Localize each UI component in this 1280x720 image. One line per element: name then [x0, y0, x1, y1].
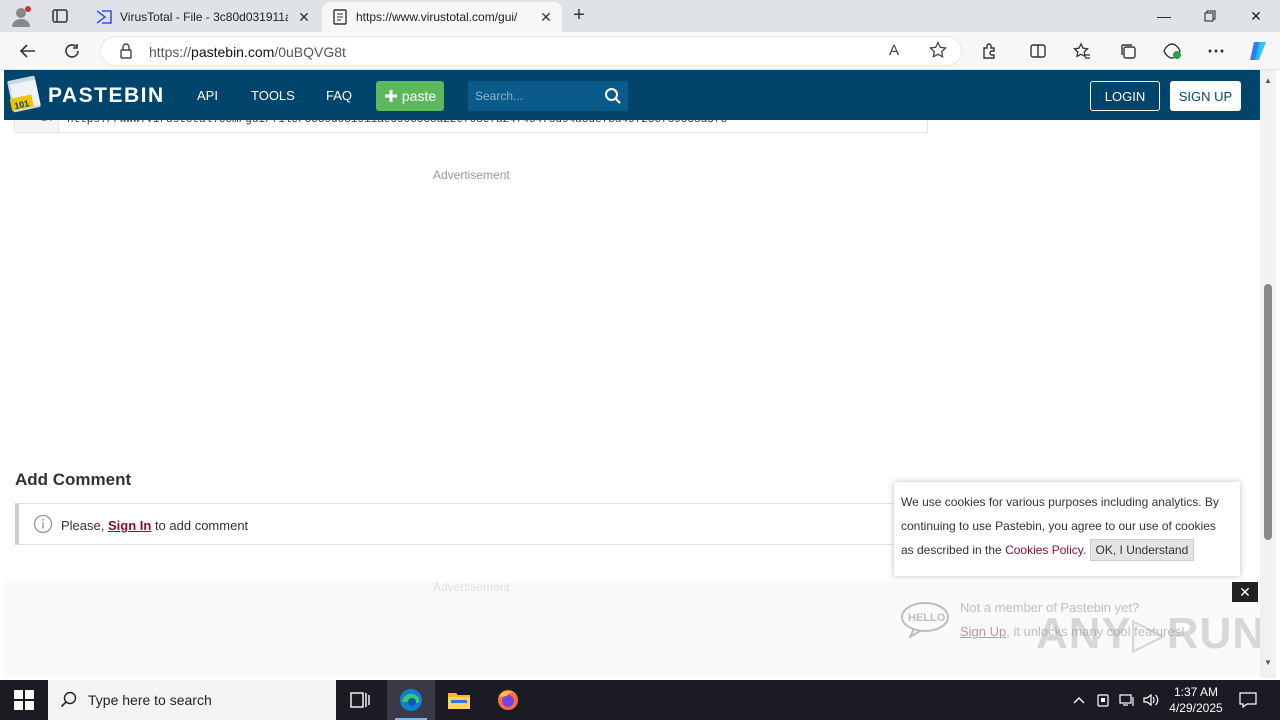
paste-label: paste — [401, 88, 437, 104]
hello-bubble-icon: HELLO — [900, 600, 950, 640]
nav-faq[interactable]: FAQ — [326, 88, 352, 103]
page-scrollbar[interactable]: ▲ ▼ — [1260, 70, 1276, 678]
refresh-icon[interactable] — [62, 41, 82, 61]
minimize-icon[interactable]: — — [1154, 6, 1174, 26]
address-bar[interactable]: https://pastebin.com/0uBQVG8t A — [100, 36, 962, 66]
favorites-icon[interactable] — [1072, 41, 1092, 61]
new-paste-button[interactable]: paste — [376, 81, 444, 111]
nav-tools[interactable]: TOOLS — [251, 88, 295, 103]
login-button[interactable]: LOGIN — [1090, 81, 1160, 111]
read-aloud-icon[interactable]: A — [889, 42, 899, 59]
scroll-thumb[interactable] — [1264, 284, 1272, 540]
svg-text:HELLO: HELLO — [908, 612, 946, 624]
browser-essentials-icon[interactable] — [1162, 41, 1182, 61]
tab-close-icon[interactable]: ✕ — [296, 9, 312, 25]
windows-taskbar: Type here to search 1:37 AM 4/29/2025 — [0, 680, 1280, 720]
task-view-icon[interactable] — [336, 680, 384, 720]
more-options-icon[interactable] — [1206, 41, 1226, 61]
profile-icon[interactable] — [10, 5, 32, 27]
tab-title: https://www.virustotal.com/gui/ — [356, 10, 518, 24]
comment-message: Please, Sign In to add comment — [61, 518, 249, 533]
close-window-icon[interactable]: ✕ — [1246, 6, 1266, 26]
edge-taskbar-icon[interactable] — [387, 680, 435, 720]
tray-overflow-icon[interactable] — [1070, 690, 1088, 710]
signup-button[interactable]: SIGN UP — [1170, 81, 1241, 111]
info-icon — [33, 514, 53, 534]
advertisement-label: Advertisement — [433, 168, 510, 182]
signup-link[interactable]: Sign Up — [960, 624, 1006, 639]
taskbar-search-input[interactable]: Type here to search — [48, 680, 336, 720]
pastebin-header: 101 PASTEBIN API TOOLS FAQ paste Search.… — [4, 70, 1260, 120]
tab-pastebin[interactable]: https://www.virustotal.com/gui/ ✕ — [322, 2, 562, 32]
plus-icon — [384, 90, 397, 102]
anyrun-watermark: ANY▷RUN — [1036, 609, 1260, 658]
nav-api[interactable]: API — [197, 88, 218, 103]
volume-icon[interactable] — [1142, 690, 1160, 710]
lock-icon[interactable] — [119, 43, 133, 64]
clock-time: 1:37 AM — [1173, 685, 1219, 699]
security-tray-icon[interactable] — [1094, 690, 1112, 710]
extensions-icon[interactable] — [980, 41, 1000, 61]
pastebin-brand[interactable]: PASTEBIN — [48, 84, 165, 108]
tab-virustotal[interactable]: VirusTotal - File - 3c80d031911ae5 ✕ — [86, 2, 320, 32]
pastebin-logo[interactable]: 101 — [6, 74, 42, 114]
sign-in-link[interactable]: Sign In — [108, 518, 151, 533]
restore-icon[interactable] — [1200, 6, 1220, 26]
collections-icon[interactable] — [1118, 41, 1138, 61]
virustotal-icon — [96, 9, 112, 25]
tab-title: VirusTotal - File - 3c80d031911ae5 — [120, 10, 288, 24]
pastebin-icon — [332, 9, 348, 25]
add-comment-title: Add Comment — [15, 470, 132, 489]
taskbar-clock[interactable]: 1:37 AM 4/29/2025 — [1160, 684, 1232, 716]
file-explorer-icon[interactable] — [435, 680, 483, 720]
tab-close-icon[interactable]: ✕ — [538, 9, 554, 25]
page-viewport: 1. https://www.virustotal.com/gui/file/3… — [4, 70, 1260, 678]
browser-tab-bar: VirusTotal - File - 3c80d031911ae5 ✕ htt… — [0, 0, 1280, 32]
cookie-consent-popup: We use cookies for various purposes incl… — [894, 482, 1240, 576]
taskbar-search-placeholder: Type here to search — [88, 692, 212, 708]
url-text: https://pastebin.com/0uBQVG8t — [149, 44, 346, 60]
clock-date: 4/29/2025 — [1169, 701, 1223, 715]
split-screen-icon[interactable] — [1028, 41, 1048, 61]
browser-toolbar: https://pastebin.com/0uBQVG8t A — [0, 32, 1280, 70]
cookie-accept-button[interactable]: OK, I Understand — [1089, 539, 1195, 561]
scroll-up-icon[interactable]: ▲ — [1263, 76, 1273, 86]
search-icon — [60, 691, 78, 709]
tab-actions-icon[interactable] — [50, 6, 70, 26]
copilot-icon[interactable] — [1246, 39, 1270, 63]
cookies-policy-link[interactable]: Cookies Policy — [1005, 543, 1083, 557]
comment-notice: Please, Sign In to add comment — [15, 503, 935, 545]
network-icon[interactable] — [1118, 690, 1136, 710]
notifications-icon[interactable] — [1238, 690, 1258, 710]
scroll-down-icon[interactable]: ▼ — [1263, 658, 1273, 668]
favorite-star-icon[interactable] — [929, 40, 947, 64]
back-icon[interactable] — [18, 41, 38, 61]
firefox-icon[interactable] — [484, 680, 532, 720]
search-input[interactable]: Search... — [468, 81, 628, 111]
new-tab-button[interactable]: + — [568, 5, 590, 26]
search-placeholder: Search... — [475, 89, 524, 103]
search-icon[interactable] — [604, 87, 622, 105]
advertisement-label: Advertisement — [433, 580, 510, 594]
close-signup-icon[interactable]: ✕ — [1232, 582, 1258, 602]
windows-start-icon[interactable] — [14, 690, 34, 710]
